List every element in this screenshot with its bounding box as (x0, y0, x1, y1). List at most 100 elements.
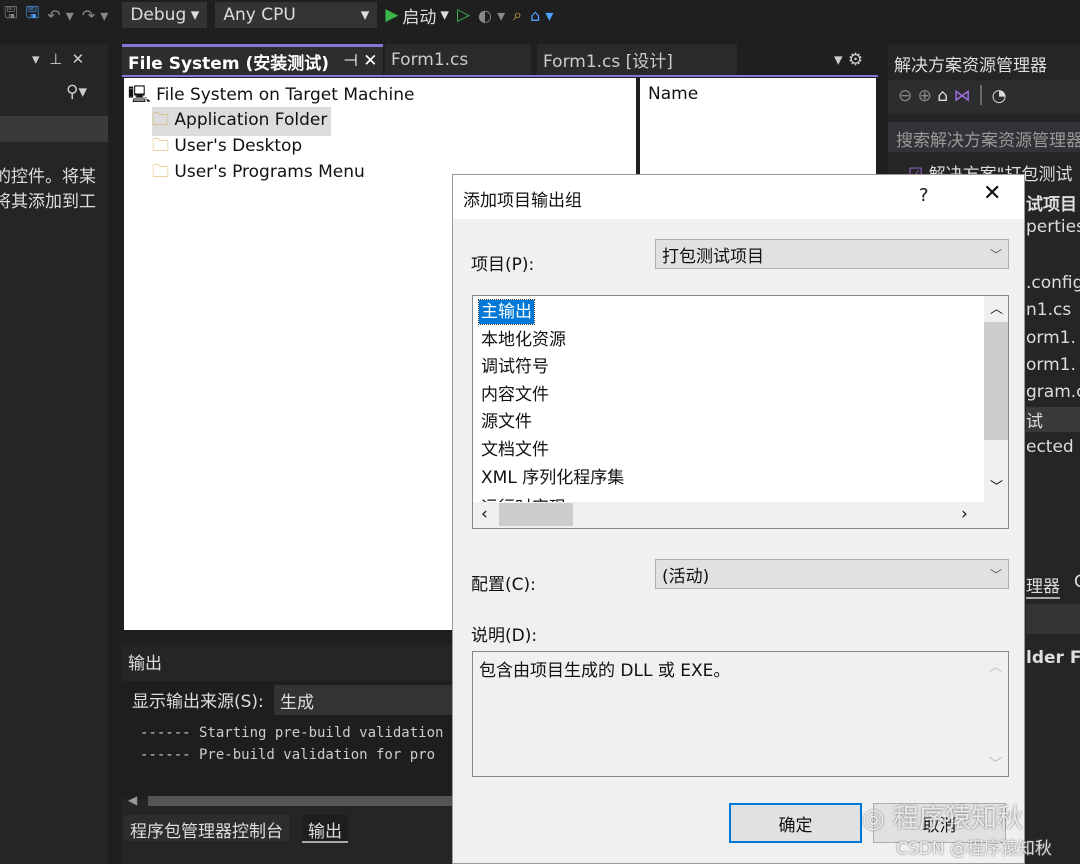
hscrollbar[interactable]: ‹ › (473, 502, 1008, 528)
scroll-left-icon[interactable]: ◀ (128, 793, 137, 807)
home-icon[interactable]: ⌂ (937, 86, 948, 106)
save-icon[interactable]: 🖫 (4, 2, 18, 29)
dialog-title: 添加项目输出组 (463, 191, 582, 211)
config-label: 配置(C): (471, 575, 536, 595)
csdn-watermark: CSDN @程序猿知秋 (896, 839, 1052, 859)
tree-item-application-folder[interactable]: 🗀 Application Folder (152, 107, 332, 136)
tab-file-system[interactable]: File System (安装测试) ⊣ ✕ (122, 44, 383, 75)
output-source-select[interactable]: 生成 (274, 685, 462, 715)
panel-bar (0, 116, 108, 142)
undo-icon[interactable]: ↶ ▾ (47, 6, 74, 25)
folder-icon: 🗀 (152, 110, 169, 130)
list-item[interactable]: 主输出 (478, 299, 535, 325)
panel-controls[interactable]: ▾ ⊥ ✕ (32, 50, 84, 68)
scroll-up-icon: ︿ (988, 660, 1002, 675)
list-item[interactable]: XML 序列化程序集 (479, 466, 626, 490)
help-text: 的控件。将某 (0, 167, 96, 187)
se-item-selected[interactable]: 试 (1026, 407, 1080, 432)
tab-label: Form1.cs (391, 49, 469, 70)
start-button[interactable]: ▶ 启动 ▾ (385, 3, 449, 28)
ok-button[interactable]: 确定 (729, 803, 862, 843)
list-item[interactable]: 内容文件 (479, 383, 551, 407)
tree-root-label: File System on Target Machine (156, 85, 415, 105)
list-item[interactable]: 调试符号 (479, 355, 551, 379)
folder-icon: 🗀 (152, 162, 169, 182)
project-value: 打包测试项目 (662, 246, 764, 267)
output-line: ------ Starting pre-build validation (140, 725, 444, 741)
tab-form1-designer[interactable]: Form1.cs [设计] (537, 44, 737, 75)
se-item[interactable]: .config (1026, 273, 1080, 293)
se-toolbar: ⊖ ⊕ ⌂ ⋈ │ ◔ (888, 80, 1080, 114)
watermark-text: 程序猿知秋 (892, 804, 1023, 834)
se-item[interactable]: n1.cs (1026, 300, 1071, 320)
description-label: 说明(D): (471, 626, 538, 646)
se-item[interactable]: perties (1026, 217, 1080, 237)
se-item[interactable]: 试项目 (1026, 190, 1077, 215)
tree-item-label: User's Programs Menu (174, 162, 365, 182)
scroll-down-icon: ﹀ (988, 757, 1002, 772)
close-icon[interactable]: ✕ (983, 181, 1001, 206)
window-icon[interactable]: ⌂ ▾ (530, 6, 553, 25)
attach-icon[interactable]: ◐ ▾ (478, 6, 505, 25)
redo-icon[interactable]: ↷ ▾ (82, 6, 109, 25)
vscroll-thumb[interactable] (984, 322, 1008, 440)
scroll-left-icon[interactable]: ‹ (481, 504, 488, 524)
hscroll-thumb[interactable] (499, 503, 573, 526)
tab-overflow-icon[interactable]: ▾ ⚙ (834, 50, 863, 70)
se-tab[interactable]: C (1074, 572, 1080, 592)
tree-item-users-desktop[interactable]: 🗀 User's Desktop (152, 133, 302, 162)
computer-icon: 🖳 (128, 85, 151, 105)
main-toolbar: 🖫 🖫 ↶ ▾ ↷ ▾ Debug ▾ Any CPU ▾ ▶ 启动 ▾ ▷ ◐ ▾ … (0, 0, 1080, 30)
output-title: 输出 (128, 654, 162, 674)
folder-icon: 🗀 (152, 136, 169, 156)
se-search-input[interactable]: 搜索解决方案资源管理器 (888, 122, 1080, 152)
output-source-label: 显示输出来源(S): (132, 692, 264, 712)
se-item[interactable]: ected D (1026, 437, 1080, 457)
config-value: Debug (130, 5, 187, 25)
forward-icon[interactable]: ⊕ (918, 86, 932, 106)
tab-package-manager-console[interactable]: 程序包管理器控制台 (124, 815, 289, 842)
scroll-down-icon[interactable]: ﹀ (990, 476, 1003, 495)
config-select[interactable]: (活动) ﹀ (655, 559, 1009, 589)
back-icon[interactable]: ⊖ (898, 86, 912, 106)
list-item[interactable]: 本地化资源 (479, 328, 568, 352)
se-item[interactable]: gram.c (1026, 382, 1080, 402)
name-column-header[interactable]: Name (648, 84, 698, 104)
scroll-up-icon[interactable]: ︿ (990, 298, 1003, 317)
tab-label: File System (安装测试) (128, 53, 329, 74)
project-select[interactable]: 打包测试项目 ﹀ (655, 239, 1009, 269)
project-label: 项目(P): (471, 255, 535, 275)
document-tabs: File System (安装测试) ⊣ ✕ Form1.cs Form1.cs … (122, 44, 878, 77)
list-item[interactable]: 文档文件 (479, 438, 551, 462)
se-item[interactable]: orm1. (1026, 355, 1076, 375)
pin-icon[interactable]: ⊣ ✕ (343, 51, 377, 71)
output-line: ------ Pre-build validation for pro (140, 747, 436, 763)
wechat-icon: ◎ (862, 804, 885, 834)
platform-select[interactable]: Any CPU ▾ (215, 2, 378, 28)
se-tab[interactable]: 理器 (1026, 572, 1060, 599)
output-hscrollbar[interactable] (148, 796, 462, 806)
vs-switch-icon[interactable]: ⋈ (954, 86, 971, 106)
tab-form1-cs[interactable]: Form1.cs (385, 44, 531, 75)
config-select[interactable]: Debug ▾ (122, 2, 208, 28)
watermark: ◎ 程序猿知秋 (862, 798, 1023, 835)
play-icon: ▶ (385, 5, 399, 25)
help-text: 将其添加到工 (0, 192, 96, 212)
tree-item-users-programs-menu[interactable]: 🗀 User's Programs Menu (152, 159, 365, 188)
save-all-icon[interactable]: 🖫 (26, 2, 40, 29)
start-label: 启动 (402, 7, 437, 28)
se-item[interactable]: orm1. (1026, 328, 1076, 348)
output-group-list[interactable]: 主输出 本地化资源 调试符号 内容文件 源文件 文档文件 XML 序列化程序集 … (472, 295, 1009, 529)
pending-changes-icon[interactable]: ◔ (992, 86, 1007, 106)
find-icon[interactable]: ⌕ (513, 5, 522, 25)
output-panel: 输出 显示输出来源(S): 生成 ------ Starting pre-bui… (122, 645, 462, 864)
start-without-debug-icon[interactable]: ▷ (457, 5, 470, 25)
help-button[interactable]: ? (919, 185, 929, 206)
scroll-right-icon[interactable]: › (961, 504, 968, 524)
config-value: (活动) (662, 566, 710, 587)
list-item[interactable]: 源文件 (479, 410, 534, 434)
tab-label: Form1.cs [设计] (543, 52, 673, 72)
search-icon[interactable]: ⚲▾ (66, 82, 87, 102)
tab-output[interactable]: 输出 (302, 815, 348, 843)
vscrollbar[interactable]: ︿ ﹀ (984, 296, 1008, 502)
